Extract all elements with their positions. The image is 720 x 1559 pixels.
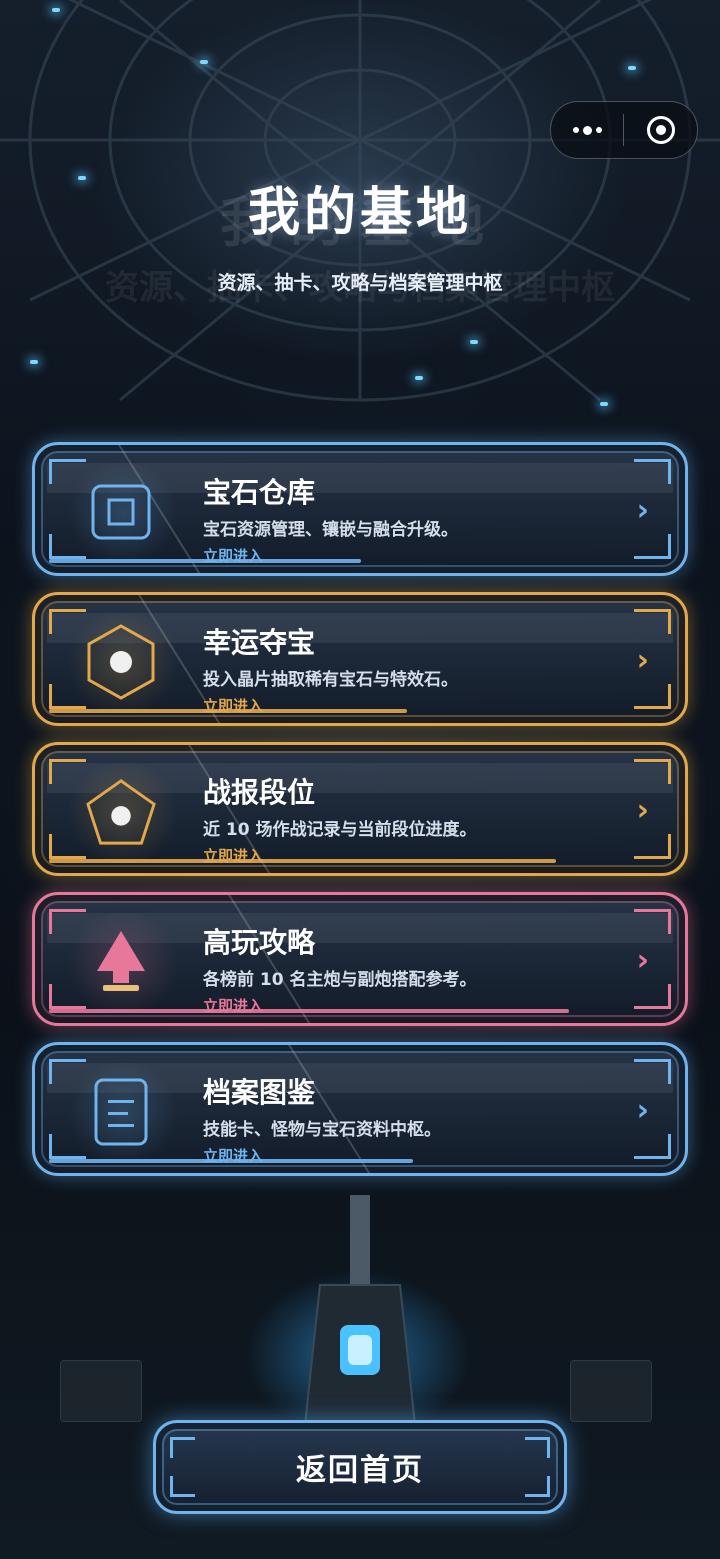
back-home-button[interactable]: 返回首页 [153, 1420, 567, 1514]
ceiling-light [30, 360, 38, 364]
card-progress-bar [49, 1009, 569, 1013]
console-decoration [570, 1360, 652, 1422]
card-description: 宝石资源管理、镶嵌与融合升级。 [203, 520, 458, 540]
ceiling-light [600, 402, 608, 406]
card-progress-bar [49, 1159, 413, 1163]
hexagon-icon [85, 624, 157, 700]
card-title: 高玩攻略 [203, 926, 316, 959]
card-archive-codex[interactable]: 档案图鉴 技能卡、怪物与宝石资料中枢。 立即进入 › [32, 1042, 688, 1176]
back-home-label: 返回首页 [296, 1453, 424, 1488]
card-description: 技能卡、怪物与宝石资料中枢。 [203, 1120, 441, 1140]
card-progress-bar [49, 559, 361, 563]
chevron-right-icon: › [636, 493, 649, 528]
card-description: 投入晶片抽取稀有宝石与特效石。 [203, 670, 458, 690]
reactor-core-decoration [303, 1195, 417, 1425]
ceiling-light [415, 376, 423, 380]
console-decoration [60, 1360, 142, 1422]
ceiling-light [628, 66, 636, 70]
card-battle-rank[interactable]: 战报段位 近 10 场作战记录与当前段位进度。 立即进入 › [32, 742, 688, 876]
page-title-block: 我的基地 我的基地 [0, 170, 720, 254]
target-circle-icon[interactable] [624, 102, 697, 158]
page-title: 我的基地 [247, 183, 472, 243]
card-progress-bar [49, 859, 556, 863]
pentagon-icon [85, 779, 157, 845]
chevron-right-icon: › [636, 643, 649, 678]
square-frame-icon [85, 479, 157, 545]
chevron-right-icon: › [636, 1093, 649, 1128]
card-title: 幸运夺宝 [203, 626, 316, 659]
ceiling-light [470, 340, 478, 344]
chevron-right-icon: › [636, 943, 649, 978]
document-icon [85, 1078, 157, 1146]
card-description: 各榜前 10 名主炮与副炮搭配参考。 [203, 970, 477, 990]
card-gem-warehouse[interactable]: 宝石仓库 宝石资源管理、镶嵌与融合升级。 立即进入 › [32, 442, 688, 576]
card-title: 宝石仓库 [203, 476, 316, 509]
card-progress-bar [49, 709, 407, 713]
triangle-icon [85, 929, 157, 995]
ceiling-light [52, 8, 60, 12]
mini-program-capsule [550, 101, 698, 159]
ceiling-light [200, 60, 208, 64]
card-title: 档案图鉴 [203, 1076, 316, 1109]
card-title: 战报段位 [203, 776, 316, 809]
more-dots-icon[interactable] [551, 102, 623, 158]
page-subtitle: 资源、抽卡、攻略与档案管理中枢 [217, 272, 503, 294]
card-lucky-draw[interactable]: 幸运夺宝 投入晶片抽取稀有宝石与特效石。 立即进入 › [32, 592, 688, 726]
chevron-right-icon: › [636, 793, 649, 828]
card-pro-guide[interactable]: 高玩攻略 各榜前 10 名主炮与副炮搭配参考。 立即进入 › [32, 892, 688, 1026]
page-subtitle-block: 资源、抽卡、攻略与档案管理中枢 资源、抽卡、攻略与档案管理中枢 [0, 268, 720, 308]
card-description: 近 10 场作战记录与当前段位进度。 [203, 820, 477, 840]
